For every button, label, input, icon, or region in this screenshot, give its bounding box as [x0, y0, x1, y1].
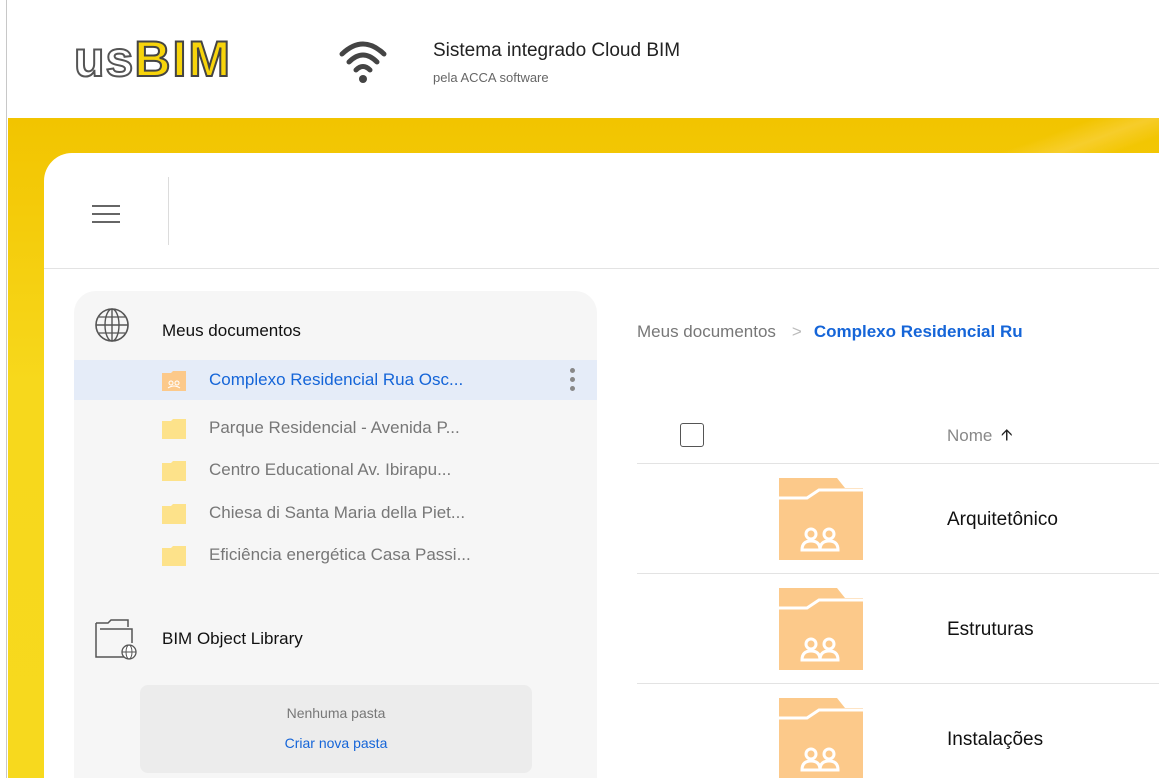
empty-folder-text: Nenhuma pasta — [286, 705, 386, 721]
sidebar-folder-eficiencia-energetica[interactable]: Eficiência energética Casa Passi... — [74, 535, 597, 575]
name-column-header[interactable]: Nome — [947, 426, 992, 446]
cloud-wifi-icon — [338, 36, 388, 86]
shared-folder-icon — [777, 586, 865, 672]
usbim-logo: usBIM — [73, 31, 233, 87]
more-options-icon[interactable] — [570, 368, 576, 394]
folder-icon — [161, 418, 187, 440]
folder-icon — [161, 545, 187, 567]
sidebar-folder-label: Parque Residencial - Avenida P... — [209, 418, 460, 437]
sidebar-folder-chiesa-santa-maria[interactable]: Chiesa di Santa Maria della Piet... — [74, 493, 597, 533]
my-documents-title[interactable]: Meus documentos — [162, 321, 301, 341]
logo-us-text: us — [73, 31, 135, 87]
toolbar — [44, 153, 1159, 269]
sidebar-folder-centro-educational[interactable]: Centro Educational Av. Ibirapu... — [74, 450, 597, 490]
toolbar-divider — [168, 177, 169, 245]
table-row[interactable]: Instalações — [637, 684, 1159, 778]
bim-library-folder-icon — [94, 619, 140, 661]
breadcrumb: Meus documentos > Complexo Residencial Ru — [637, 322, 1023, 342]
file-table-header: Nome 🡩 — [637, 410, 1159, 464]
folder-name: Estruturas — [947, 619, 1034, 640]
globe-icon — [94, 307, 130, 343]
breadcrumb-current[interactable]: Complexo Residencial Ru — [814, 322, 1023, 341]
breadcrumb-separator: > — [791, 322, 802, 341]
folder-icon — [161, 503, 187, 525]
arrow-up-icon[interactable]: 🡩 — [1001, 424, 1013, 451]
empty-library-box: Nenhuma pasta Criar nova pasta — [140, 685, 532, 773]
select-all-checkbox[interactable] — [680, 423, 704, 447]
sidebar-folder-complexo-residencial[interactable]: Complexo Residencial Rua Osc... — [74, 360, 597, 400]
shared-folder-icon — [777, 476, 865, 562]
window-left-border — [6, 0, 7, 778]
sidebar-folder-label: Eficiência energética Casa Passi... — [209, 545, 471, 564]
sidebar-folder-label: Centro Educational Av. Ibirapu... — [209, 460, 452, 479]
shared-folder-icon — [161, 370, 187, 392]
folder-name: Arquitetônico — [947, 509, 1058, 530]
sidebar-folder-label: Complexo Residencial Rua Osc... — [209, 370, 464, 389]
sidebar-folder-parque-residencial[interactable]: Parque Residencial - Avenida P... — [74, 408, 597, 448]
logo-bim-text: BIM — [133, 31, 233, 87]
folder-icon — [161, 460, 187, 482]
create-folder-link[interactable]: Criar nova pasta — [140, 735, 532, 751]
bim-object-library-title[interactable]: BIM Object Library — [162, 629, 303, 649]
table-row[interactable]: Estruturas — [637, 574, 1159, 684]
folder-name: Instalações — [947, 729, 1044, 750]
brand-title: Sistema integrado Cloud BIM — [433, 40, 681, 61]
breadcrumb-root[interactable]: Meus documentos — [637, 322, 776, 341]
shared-folder-icon — [777, 696, 865, 778]
sidebar-folder-label: Chiesa di Santa Maria della Piet... — [209, 503, 466, 522]
sidebar: Meus documentos Complexo Residencial Rua… — [74, 291, 597, 778]
table-row[interactable]: Arquitetônico — [637, 464, 1159, 574]
brand-subtitle: pela ACCA software — [433, 70, 549, 85]
menu-hamburger-icon[interactable] — [92, 205, 120, 227]
app-header: usBIM Sistema integrado Cloud BIM pela A… — [8, 0, 1159, 118]
